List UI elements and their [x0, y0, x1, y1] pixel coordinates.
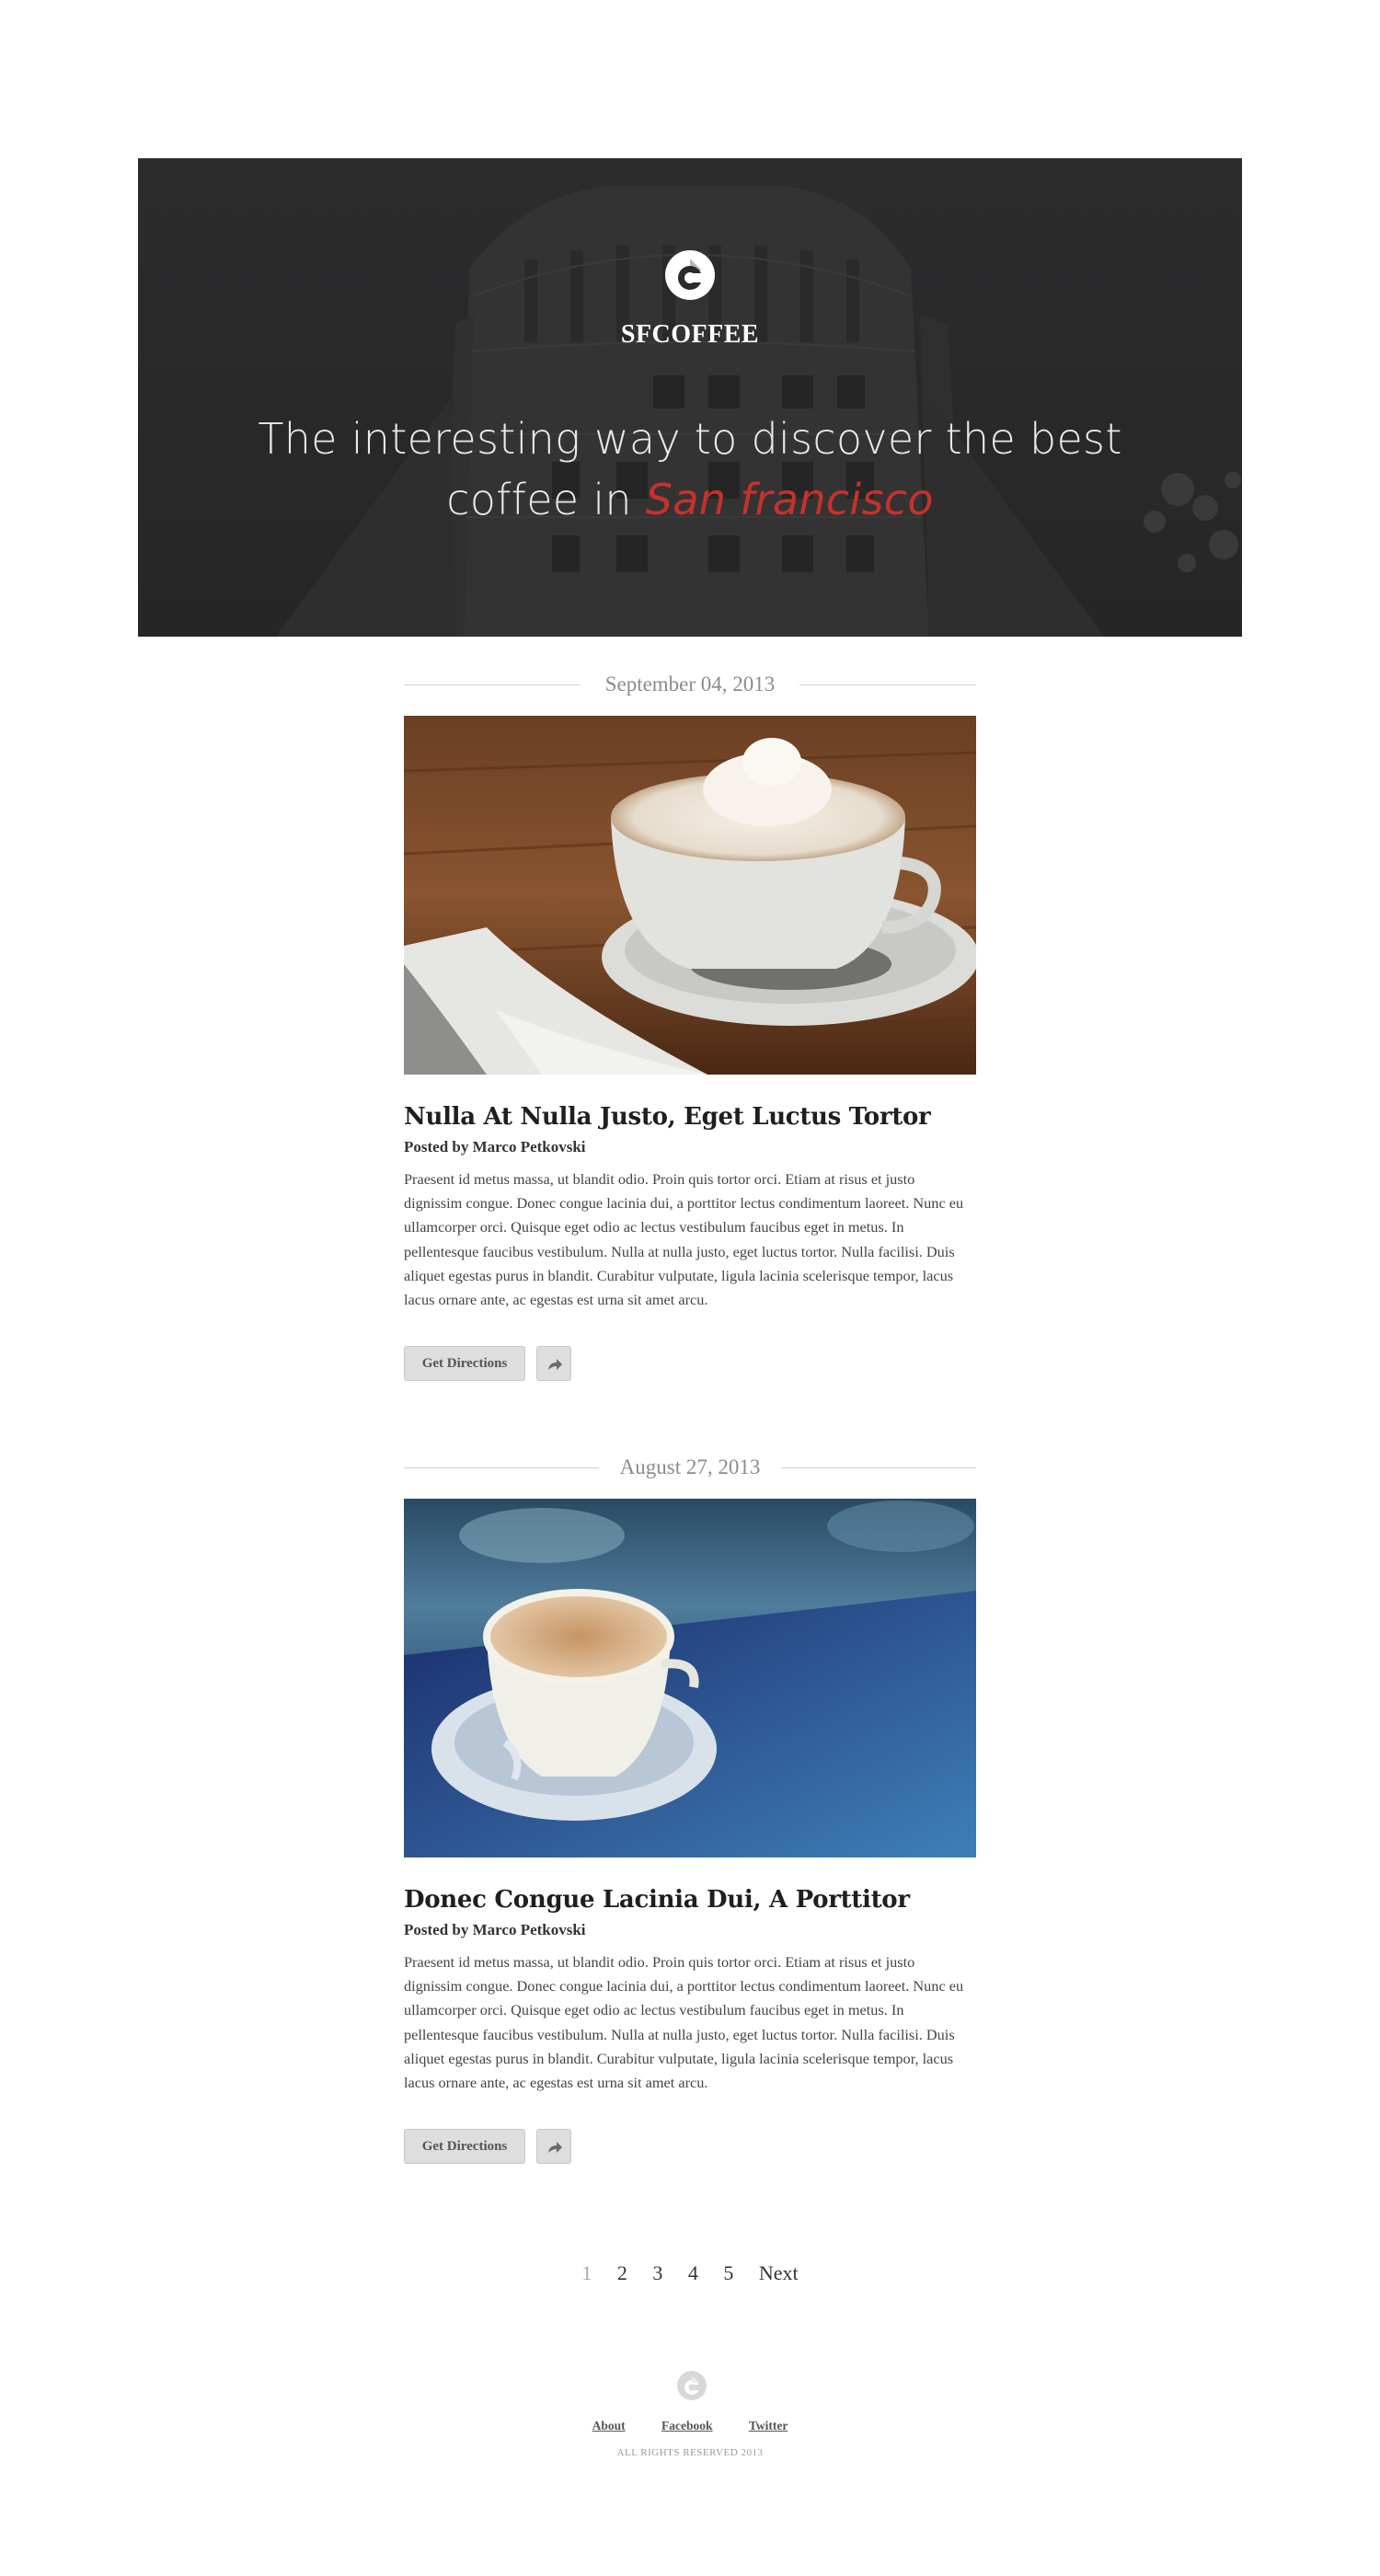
brand-name[interactable]: SFCOFFEE: [138, 320, 1242, 350]
footer-link-about[interactable]: About: [592, 2419, 626, 2433]
post-date-row: August 27, 2013: [404, 1454, 976, 1481]
post-body: Praesent id metus massa, ut blandit odio…: [404, 1170, 964, 1309]
tagline-accent: San francisco: [645, 475, 934, 524]
post-date: August 27, 2013: [606, 1455, 774, 1478]
hero-tagline: The interesting way to discover the best…: [230, 408, 1150, 530]
footer-link-twitter[interactable]: Twitter: [749, 2419, 788, 2433]
building-background-image: [138, 158, 1242, 637]
page-link-1[interactable]: 1: [581, 2261, 592, 2285]
hero-banner: SFCOFFEE The interesting way to discover…: [138, 158, 1242, 637]
copyright-text: ALL RIGHTS RESERVED 2013: [616, 2447, 764, 2458]
share-button[interactable]: [536, 2129, 571, 2164]
sfcoffee-logo-icon[interactable]: [665, 250, 715, 300]
post-author: Posted by Marco Petkovski: [404, 1921, 586, 1938]
post-card: September 04, 2013 Nulla At Nulla Justo,…: [404, 671, 976, 1381]
page-link-5[interactable]: 5: [723, 2261, 733, 2285]
post-author: Posted by Marco Petkovski: [404, 1138, 586, 1156]
get-directions-button[interactable]: Get Directions: [404, 2129, 525, 2164]
post-title[interactable]: Donec Congue Lacinia Dui, A Porttitor: [404, 1886, 910, 1914]
get-directions-button[interactable]: Get Directions: [404, 1346, 525, 1381]
footer-links: About Facebook Twitter: [0, 2419, 1380, 2433]
share-button[interactable]: [536, 1346, 571, 1381]
post-date-row: September 04, 2013: [404, 671, 976, 698]
next-page-link[interactable]: Next: [759, 2261, 799, 2285]
footer-logo-icon[interactable]: [677, 2371, 707, 2400]
post-title[interactable]: Nulla At Nulla Justo, Eget Luctus Tortor: [404, 1103, 931, 1131]
post-body: Praesent id metus massa, ut blandit odio…: [404, 1953, 964, 2092]
post-date: September 04, 2013: [592, 673, 788, 696]
post-card: August 27, 2013 Donec Congue Lacinia Dui…: [404, 1454, 976, 2164]
pagination: 1 2 3 4 5 Next: [0, 2261, 1380, 2285]
page-link-3[interactable]: 3: [652, 2261, 662, 2285]
latte-photo[interactable]: [404, 1499, 976, 1857]
footer-link-facebook[interactable]: Facebook: [661, 2419, 713, 2433]
share-arrow-icon: [548, 2142, 562, 2153]
page-link-2[interactable]: 2: [617, 2261, 627, 2285]
share-arrow-icon: [548, 1359, 562, 1370]
page-link-4[interactable]: 4: [688, 2261, 698, 2285]
cappuccino-photo[interactable]: [404, 716, 976, 1075]
